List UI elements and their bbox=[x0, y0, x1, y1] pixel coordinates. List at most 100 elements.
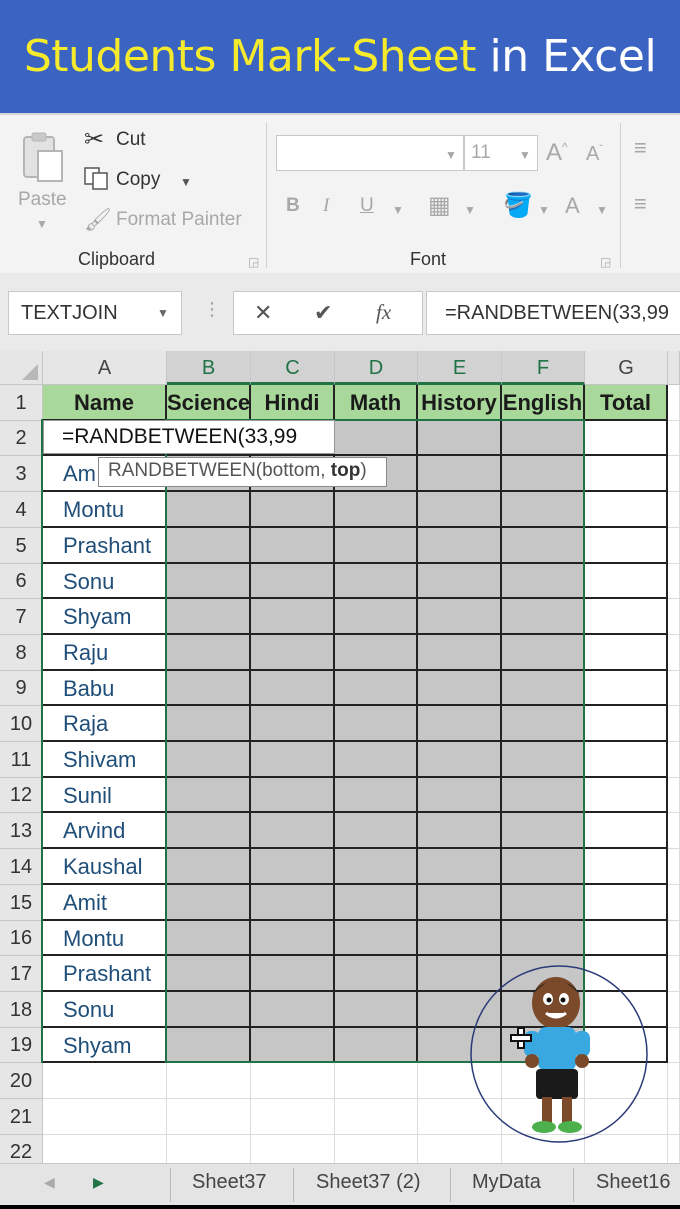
mark-cell[interactable] bbox=[418, 599, 502, 635]
mark-cell[interactable] bbox=[335, 778, 418, 813]
mark-cell[interactable] bbox=[418, 849, 502, 885]
mark-cell[interactable] bbox=[418, 528, 502, 564]
select-all-corner[interactable] bbox=[0, 351, 43, 385]
empty-cell[interactable] bbox=[668, 385, 680, 421]
column-header[interactable]: D bbox=[335, 351, 418, 385]
mark-cell[interactable] bbox=[167, 742, 251, 778]
mark-cell[interactable] bbox=[502, 456, 585, 492]
row-header[interactable]: 13 bbox=[0, 813, 43, 849]
row-header[interactable]: 17 bbox=[0, 956, 43, 992]
mark-cell[interactable] bbox=[502, 849, 585, 885]
empty-cell[interactable] bbox=[668, 1028, 680, 1063]
mark-cell[interactable] bbox=[167, 564, 251, 599]
mark-cell[interactable] bbox=[335, 706, 418, 742]
empty-cell[interactable] bbox=[335, 1099, 418, 1135]
total-cell[interactable] bbox=[585, 421, 668, 456]
row-header[interactable]: 19 bbox=[0, 1028, 43, 1063]
name-cell[interactable]: Babu bbox=[43, 671, 167, 706]
mark-cell[interactable] bbox=[251, 992, 335, 1028]
name-cell[interactable]: Prashant bbox=[43, 528, 167, 564]
font-launcher-icon[interactable]: ◲ bbox=[600, 255, 611, 269]
mark-cell[interactable] bbox=[251, 528, 335, 564]
empty-cell[interactable] bbox=[668, 885, 680, 921]
mark-cell[interactable] bbox=[418, 885, 502, 921]
row-header[interactable]: 3 bbox=[0, 456, 43, 492]
empty-cell[interactable] bbox=[251, 1063, 335, 1099]
mark-cell[interactable] bbox=[502, 599, 585, 635]
mark-cell[interactable] bbox=[335, 635, 418, 671]
empty-cell[interactable] bbox=[668, 599, 680, 635]
total-cell[interactable] bbox=[585, 599, 668, 635]
copy-button[interactable]: Copy ▼ bbox=[84, 165, 204, 195]
mark-cell[interactable] bbox=[502, 813, 585, 849]
cancel-icon[interactable]: ✕ bbox=[254, 300, 272, 326]
empty-cell[interactable] bbox=[668, 456, 680, 492]
empty-cell[interactable] bbox=[668, 635, 680, 671]
mark-cell[interactable] bbox=[167, 706, 251, 742]
underline-dropdown-icon[interactable]: ▼ bbox=[392, 203, 404, 217]
name-cell[interactable]: Sunil bbox=[43, 778, 167, 813]
row-header[interactable]: 4 bbox=[0, 492, 43, 528]
row-header[interactable]: 5 bbox=[0, 528, 43, 564]
mark-cell[interactable] bbox=[418, 921, 502, 956]
mark-cell[interactable] bbox=[418, 421, 502, 456]
empty-cell[interactable] bbox=[43, 1063, 167, 1099]
row-header[interactable]: 6 bbox=[0, 564, 43, 599]
mark-cell[interactable] bbox=[167, 492, 251, 528]
column-header[interactable]: E bbox=[418, 351, 502, 385]
mark-cell[interactable] bbox=[502, 778, 585, 813]
mark-cell[interactable] bbox=[502, 564, 585, 599]
empty-cell[interactable] bbox=[167, 1099, 251, 1135]
column-header[interactable]: A bbox=[43, 351, 167, 385]
mark-cell[interactable] bbox=[167, 956, 251, 992]
sheet-tab[interactable]: MyData bbox=[472, 1171, 541, 1194]
row-header[interactable]: 16 bbox=[0, 921, 43, 956]
mark-cell[interactable] bbox=[502, 885, 585, 921]
mark-cell[interactable] bbox=[251, 778, 335, 813]
mark-cell[interactable] bbox=[251, 706, 335, 742]
enter-icon[interactable]: ✔ bbox=[314, 300, 332, 326]
mark-cell[interactable] bbox=[418, 706, 502, 742]
empty-cell[interactable] bbox=[668, 992, 680, 1028]
mark-cell[interactable] bbox=[502, 492, 585, 528]
mark-cell[interactable] bbox=[167, 778, 251, 813]
mark-cell[interactable] bbox=[335, 849, 418, 885]
align-top-icon[interactable]: ≡ bbox=[634, 135, 647, 161]
mark-cell[interactable] bbox=[502, 421, 585, 456]
total-cell[interactable] bbox=[585, 635, 668, 671]
row-header[interactable]: 11 bbox=[0, 742, 43, 778]
mark-cell[interactable] bbox=[418, 778, 502, 813]
sheet-tab[interactable]: Sheet37 bbox=[192, 1171, 267, 1194]
empty-cell[interactable] bbox=[43, 1099, 167, 1135]
empty-cell[interactable] bbox=[668, 671, 680, 706]
name-cell[interactable]: Montu bbox=[43, 921, 167, 956]
mark-cell[interactable] bbox=[335, 742, 418, 778]
mark-cell[interactable] bbox=[335, 813, 418, 849]
name-cell[interactable]: Arvind bbox=[43, 813, 167, 849]
empty-cell[interactable] bbox=[668, 921, 680, 956]
header-cell[interactable]: Total bbox=[585, 385, 668, 421]
font-size-select[interactable]: 11 ▼ bbox=[464, 135, 538, 171]
mark-cell[interactable] bbox=[418, 813, 502, 849]
row-header[interactable]: 9 bbox=[0, 671, 43, 706]
mark-cell[interactable] bbox=[418, 456, 502, 492]
empty-cell[interactable] bbox=[668, 492, 680, 528]
empty-cell[interactable] bbox=[668, 528, 680, 564]
format-painter-button[interactable]: 🖌 Format Painter bbox=[84, 205, 254, 235]
header-cell[interactable]: Science bbox=[167, 385, 251, 421]
empty-cell[interactable] bbox=[668, 778, 680, 813]
clipboard-launcher-icon[interactable]: ◲ bbox=[248, 255, 259, 269]
mark-cell[interactable] bbox=[418, 742, 502, 778]
name-cell[interactable]: Shyam bbox=[43, 599, 167, 635]
mark-cell[interactable] bbox=[335, 1028, 418, 1063]
scroll-tabs-right-icon[interactable]: ▶ bbox=[93, 1174, 104, 1191]
name-cell[interactable]: Sonu bbox=[43, 992, 167, 1028]
mark-cell[interactable] bbox=[335, 885, 418, 921]
mark-cell[interactable] bbox=[502, 635, 585, 671]
empty-cell[interactable] bbox=[668, 564, 680, 599]
mark-cell[interactable] bbox=[251, 635, 335, 671]
mark-cell[interactable] bbox=[251, 1028, 335, 1063]
empty-cell[interactable] bbox=[668, 1063, 680, 1099]
grow-font-button[interactable]: A^ bbox=[546, 139, 568, 167]
mark-cell[interactable] bbox=[167, 1028, 251, 1063]
